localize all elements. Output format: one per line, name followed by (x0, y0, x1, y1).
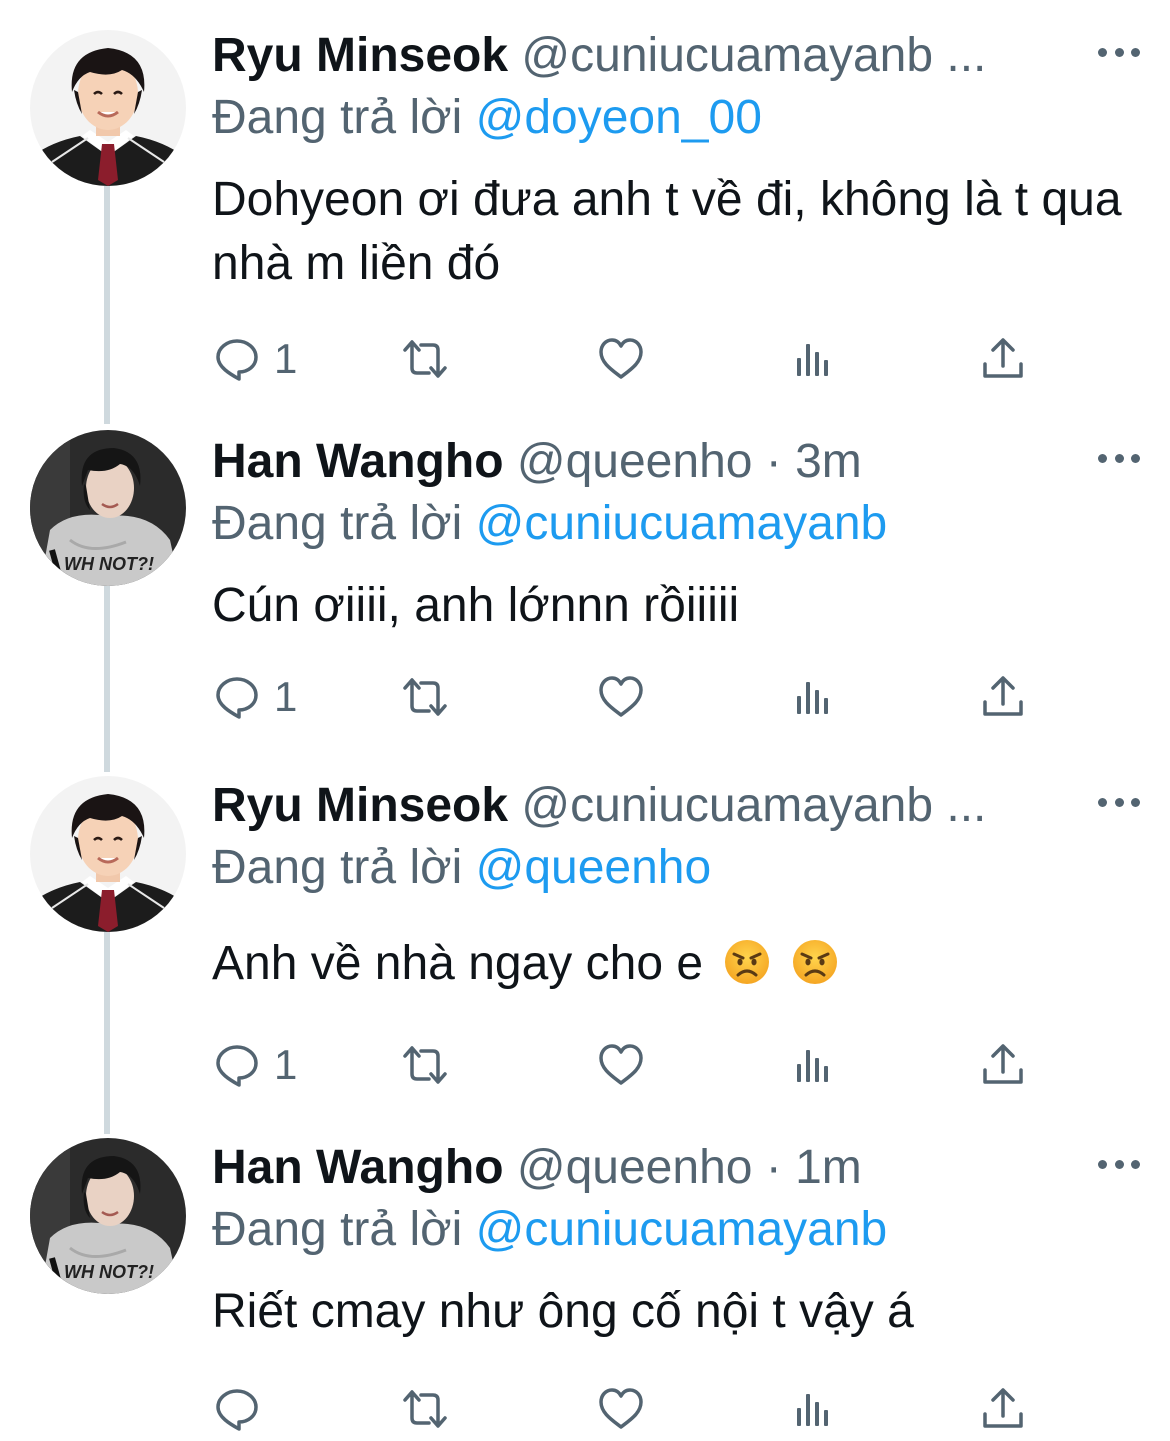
like-button[interactable] (598, 334, 644, 384)
share-button[interactable] (980, 334, 1026, 384)
replying-to: Đang trả lời @doyeon_00 (212, 90, 762, 146)
tweet-header: Ryu Minseok @cuniucuamayanb ... (212, 28, 1112, 84)
retweet-button[interactable] (402, 672, 448, 722)
reply-mention-link[interactable]: @cuniucuamayanb (476, 497, 888, 550)
display-name[interactable]: Han Wangho (212, 435, 504, 488)
tweet-header: Han Wangho @queenho · 1m (212, 1140, 1112, 1196)
avatar-image (30, 776, 186, 932)
tweet[interactable]: Ryu Minseok @cuniucuamayanb ... Đang trả… (0, 770, 1170, 1130)
replying-to: Đang trả lời @cuniucuamayanb (212, 496, 887, 552)
tweet-actions: 1 (212, 672, 1032, 722)
angry-face-emoji (724, 939, 770, 985)
retweet-icon (402, 1042, 448, 1088)
reply-count: 1 (274, 1041, 298, 1088)
like-icon (598, 674, 644, 720)
share-icon (980, 336, 1026, 382)
avatar[interactable] (30, 430, 186, 586)
reply-prefix: Đang trả lời (212, 1203, 463, 1256)
reply-button[interactable] (214, 1384, 274, 1434)
tweet-text: Dohyeon ơi đưa anh t về đi, không là t q… (212, 173, 1122, 290)
tweet-text: Riết cmay như ông cố nội t vậy á (212, 1285, 914, 1338)
more-options-icon[interactable] (1098, 448, 1140, 468)
views-button[interactable] (790, 1384, 836, 1434)
like-button[interactable] (598, 672, 644, 722)
tweet-actions (212, 1384, 1032, 1434)
user-handle[interactable]: @queenho · 3m (517, 435, 862, 488)
retweet-button[interactable] (402, 1040, 448, 1090)
avatar-image (30, 1138, 186, 1294)
tweet[interactable]: Han Wangho @queenho · 3m Đang trả lời @c… (0, 420, 1170, 770)
tweet-actions: 1 (212, 1040, 1032, 1090)
share-icon (980, 674, 1026, 720)
avatar-image (30, 30, 186, 186)
reply-button[interactable]: 1 (214, 334, 297, 384)
views-icon (790, 336, 836, 382)
tweet-actions: 1 (212, 334, 1032, 384)
user-handle[interactable]: @cuniucuamayanb ... (521, 29, 986, 82)
reply-icon (214, 1386, 260, 1432)
more-options-icon[interactable] (1098, 792, 1140, 812)
retweet-icon (402, 336, 448, 382)
reply-icon (214, 674, 260, 720)
like-button[interactable] (598, 1384, 644, 1434)
avatar[interactable] (30, 30, 186, 186)
retweet-icon (402, 674, 448, 720)
reply-prefix: Đang trả lời (212, 497, 463, 550)
angry-face-emoji (792, 939, 838, 985)
reply-button[interactable]: 1 (214, 672, 297, 722)
reply-icon (214, 1042, 260, 1088)
avatar-image (30, 430, 186, 586)
user-handle[interactable]: @cuniucuamayanb ... (521, 779, 986, 832)
like-icon (598, 336, 644, 382)
display-name[interactable]: Han Wangho (212, 1141, 504, 1194)
reply-mention-link[interactable]: @cuniucuamayanb (476, 1203, 888, 1256)
tweet[interactable]: Han Wangho @queenho · 1m Đang trả lời @c… (0, 1130, 1170, 1441)
retweet-button[interactable] (402, 334, 448, 384)
views-icon (790, 1386, 836, 1432)
retweet-icon (402, 1386, 448, 1432)
tweet-header: Han Wangho @queenho · 3m (212, 434, 1112, 490)
more-options-icon[interactable] (1098, 1154, 1140, 1174)
share-button[interactable] (980, 672, 1026, 722)
reply-count: 1 (274, 335, 298, 382)
views-icon (790, 674, 836, 720)
avatar[interactable] (30, 1138, 186, 1294)
more-options-icon[interactable] (1098, 42, 1140, 62)
views-icon (790, 1042, 836, 1088)
share-icon (980, 1386, 1026, 1432)
views-button[interactable] (790, 1040, 836, 1090)
share-button[interactable] (980, 1040, 1026, 1090)
reply-count: 1 (274, 673, 298, 720)
tweet-header: Ryu Minseok @cuniucuamayanb ... (212, 778, 1112, 834)
reply-icon (214, 336, 260, 382)
reply-button[interactable]: 1 (214, 1040, 297, 1090)
tweet-text: Cún ơiiii, anh lớnnn rồiiiii (212, 579, 740, 632)
tweet-text-container: Anh về nhà ngay cho e (212, 932, 1132, 996)
like-button[interactable] (598, 1040, 644, 1090)
share-button[interactable] (980, 1384, 1026, 1434)
like-icon (598, 1386, 644, 1432)
tweet-text: Anh về nhà ngay cho e (212, 937, 704, 990)
avatar[interactable] (30, 776, 186, 932)
reply-prefix: Đang trả lời (212, 91, 463, 144)
share-icon (980, 1042, 1026, 1088)
views-button[interactable] (790, 334, 836, 384)
replying-to: Đang trả lời @cuniucuamayanb (212, 1202, 887, 1258)
display-name[interactable]: Ryu Minseok (212, 779, 508, 832)
like-icon (598, 1042, 644, 1088)
tweet[interactable]: Ryu Minseok @cuniucuamayanb ... Đang trả… (0, 0, 1170, 420)
replying-to: Đang trả lời @queenho (212, 840, 711, 896)
reply-mention-link[interactable]: @queenho (476, 841, 712, 894)
retweet-button[interactable] (402, 1384, 448, 1434)
reply-mention-link[interactable]: @doyeon_00 (476, 91, 762, 144)
user-handle[interactable]: @queenho · 1m (517, 1141, 862, 1194)
reply-prefix: Đang trả lời (212, 841, 463, 894)
views-button[interactable] (790, 672, 836, 722)
display-name[interactable]: Ryu Minseok (212, 29, 508, 82)
